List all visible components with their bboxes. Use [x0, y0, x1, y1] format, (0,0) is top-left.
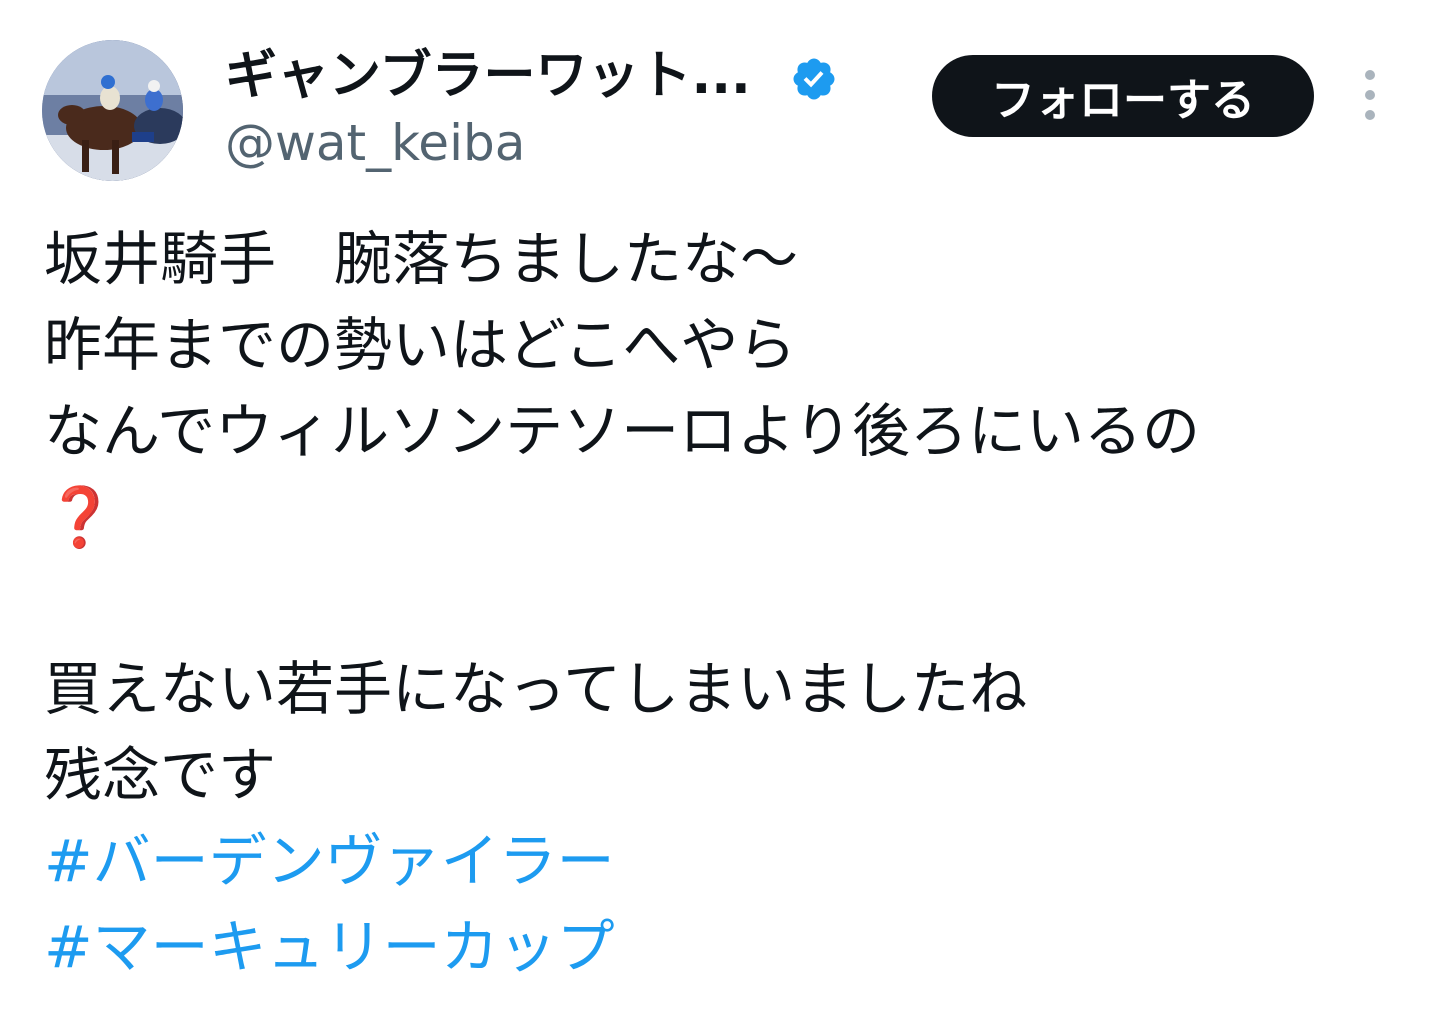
handle[interactable]: @wat_keiba — [225, 112, 525, 174]
more-dot — [1365, 110, 1375, 120]
question-mark-emoji: ❓ — [44, 483, 117, 551]
hashtag-link[interactable]: #マーキュリーカップ — [44, 904, 1424, 990]
tweet-text: 坂井騎手 腕落ちましたな〜 昨年までの勢いはどこへやら なんでウィルソンテソーロ… — [44, 216, 1424, 990]
more-vertical-icon[interactable] — [1352, 70, 1388, 120]
avatar-horse-racing-image — [42, 40, 183, 181]
tweet-line: なんでウィルソンテソーロより後ろにいるの — [44, 397, 1200, 465]
hashtag-link[interactable]: #バーデンヴァイラー — [44, 818, 1424, 904]
tweet-line: 買えない若手になってしまいましたね — [44, 655, 1028, 723]
display-name[interactable]: ギャンブラーワット... — [225, 44, 751, 108]
more-dot — [1365, 90, 1375, 100]
verified-badge-icon — [790, 55, 838, 103]
more-dot — [1365, 70, 1375, 80]
tweet-line: 残念です — [44, 741, 277, 809]
follow-button[interactable]: フォローする — [932, 55, 1314, 137]
avatar[interactable] — [42, 40, 183, 181]
tweet-line: 昨年までの勢いはどこへやら — [44, 311, 797, 379]
tweet-line: 坂井騎手 腕落ちましたな〜 — [44, 225, 799, 293]
